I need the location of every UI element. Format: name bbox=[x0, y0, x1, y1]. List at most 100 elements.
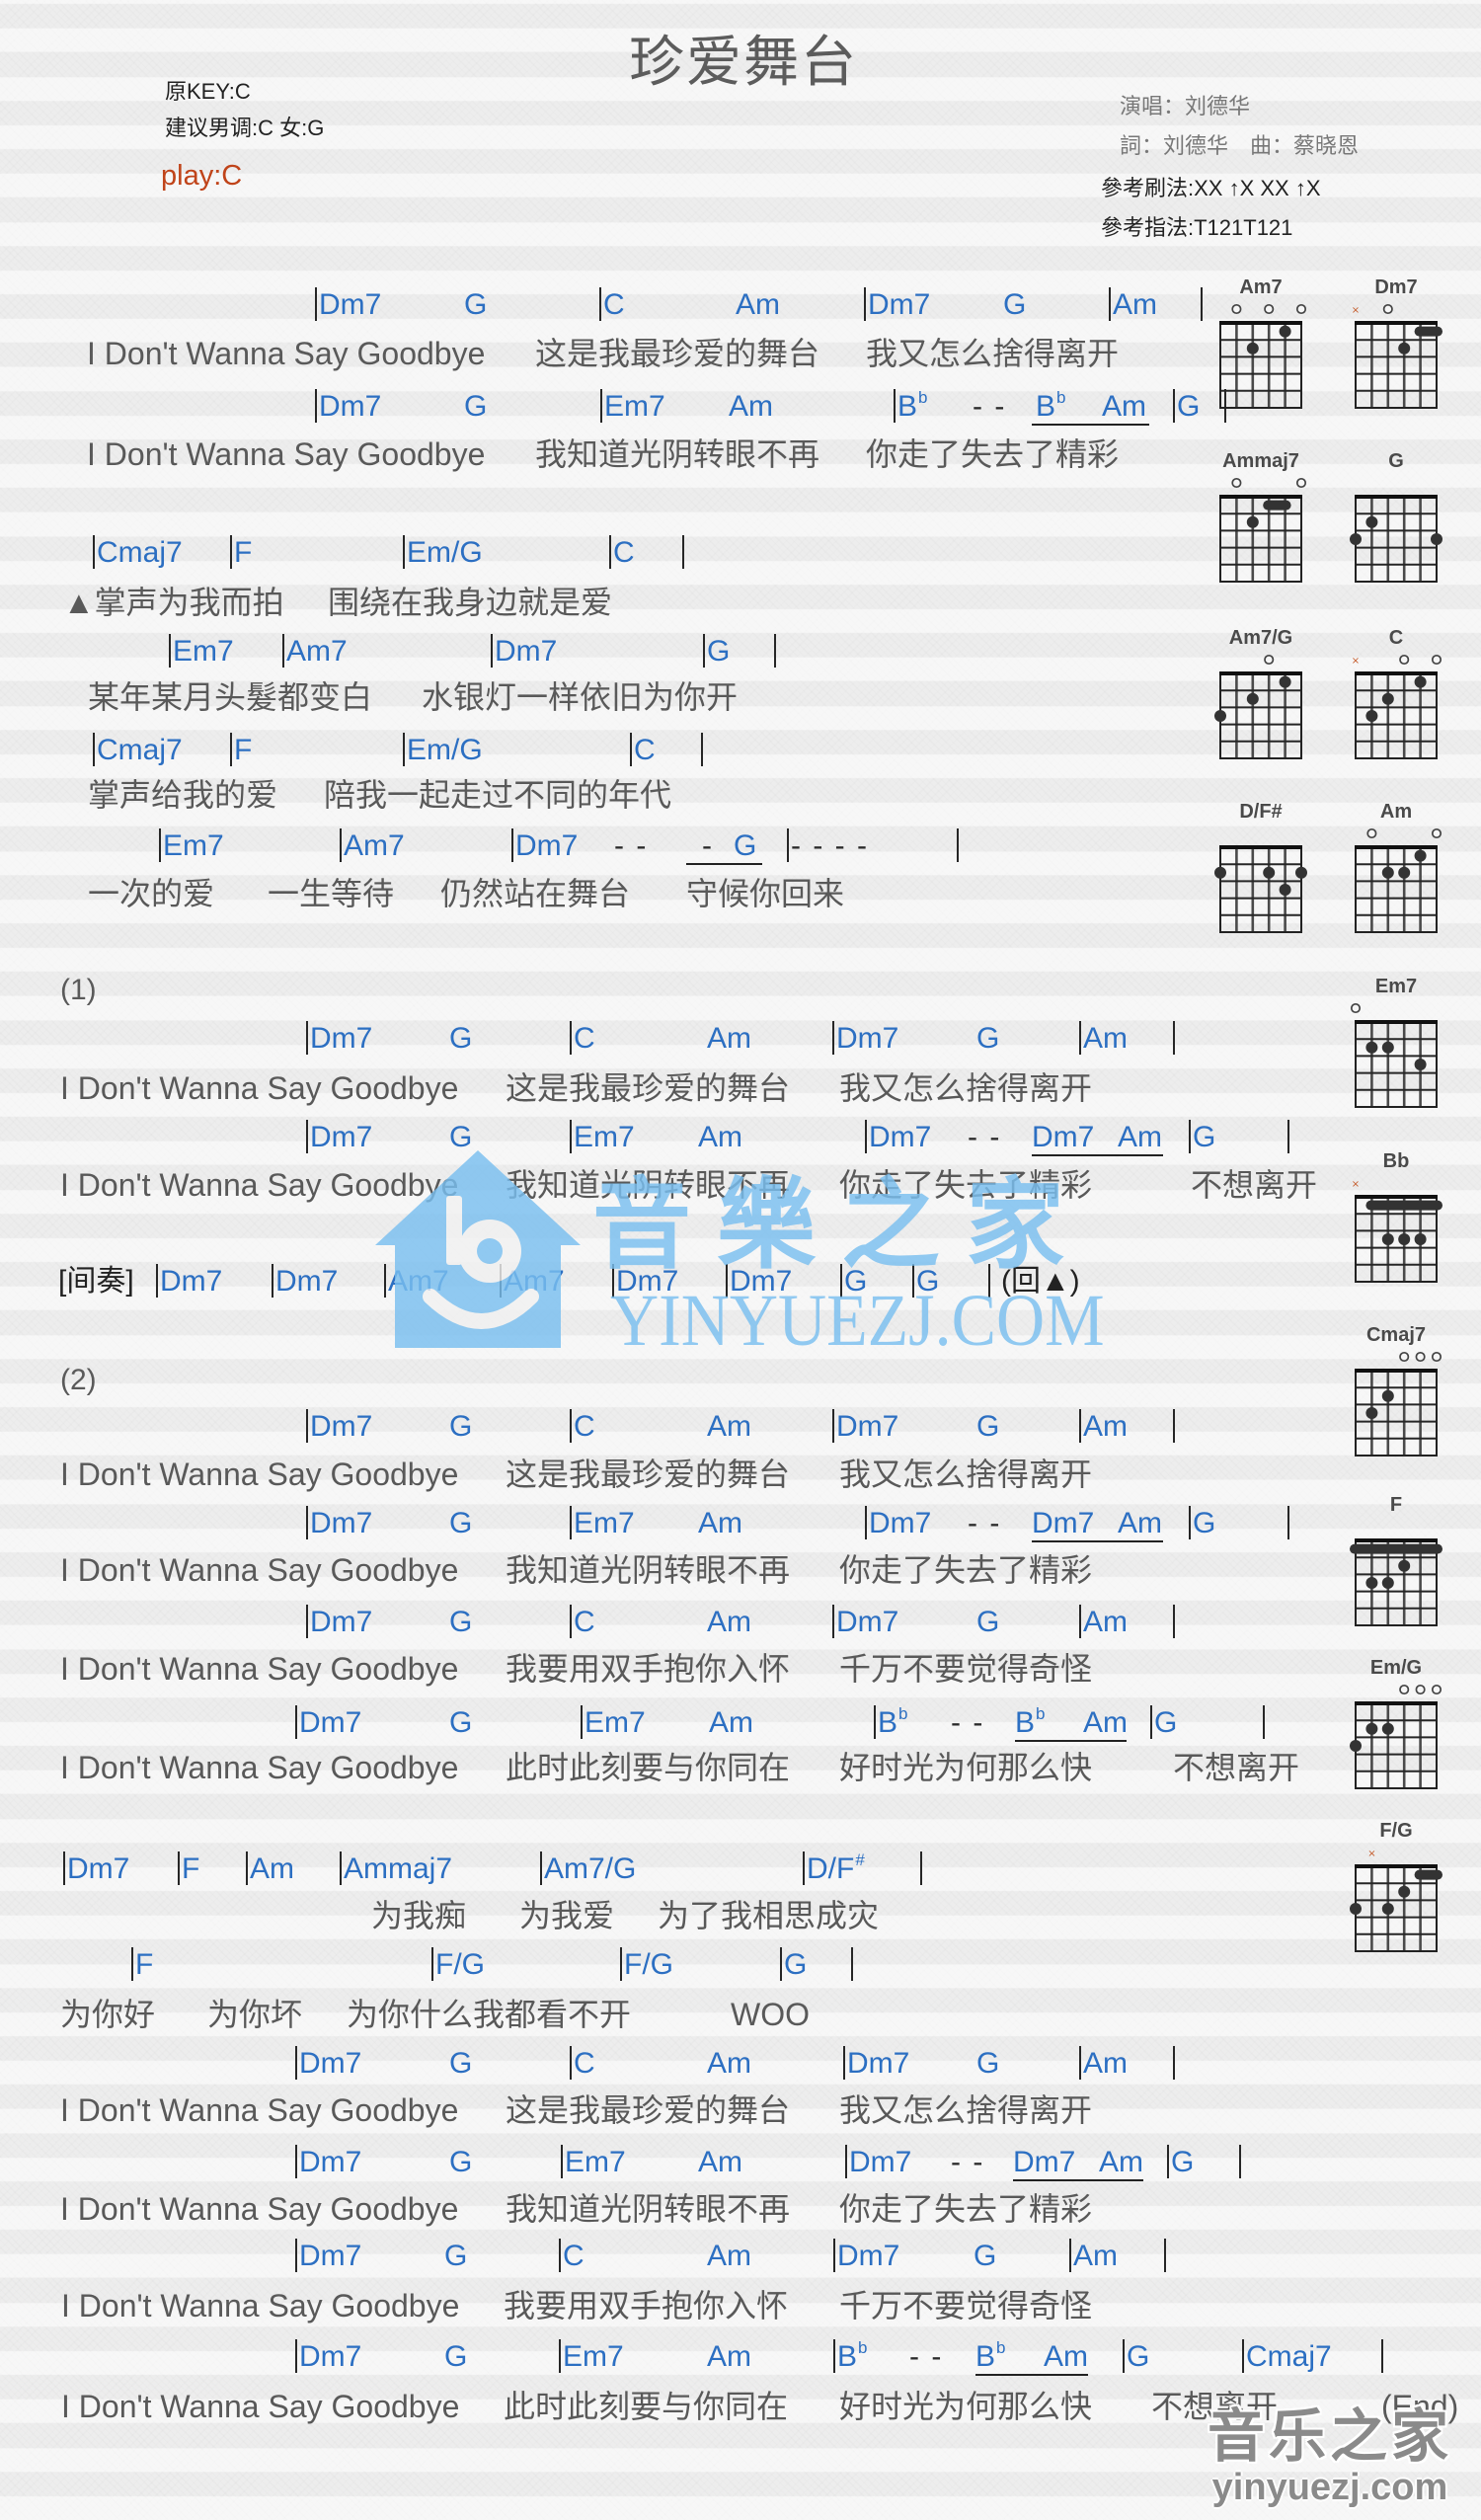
chord-name: Am7 bbox=[388, 1265, 449, 1298]
chord-name: F bbox=[234, 536, 253, 569]
chord-name: Dm7 bbox=[310, 1507, 373, 1539]
chord-token: Em/G bbox=[403, 534, 483, 572]
barline bbox=[833, 2239, 835, 2272]
chord-name: Dm7 bbox=[869, 1507, 932, 1539]
chord-diagram-name: Bb bbox=[1382, 1150, 1410, 1172]
fretboard-grid: × bbox=[1352, 1179, 1442, 1283]
open-string-marker bbox=[1366, 827, 1377, 839]
fretboard-grid bbox=[1214, 845, 1307, 933]
lyric-segment: 这是我最珍爱的舞台 bbox=[535, 336, 820, 371]
chord-token: F/G bbox=[431, 1946, 485, 1984]
finger-dot bbox=[1246, 515, 1259, 528]
finger-dot bbox=[1214, 710, 1226, 722]
chord-name: Dm7 bbox=[160, 1265, 223, 1298]
chord-diagram-name: Am7 bbox=[1239, 276, 1283, 298]
lyric-segment: I Don't Wanna Say Goodbye bbox=[60, 1750, 459, 1785]
barline bbox=[272, 1264, 273, 1298]
chord-token: G bbox=[464, 286, 487, 324]
chord-token: Dm7 bbox=[726, 1263, 792, 1300]
barline bbox=[295, 2046, 297, 2080]
chord-accidental: b bbox=[1036, 1704, 1046, 1723]
finger-dot bbox=[1263, 866, 1276, 879]
chord-token: C bbox=[570, 1604, 595, 1641]
chord-name: G bbox=[444, 2340, 468, 2373]
chord-name: Am7 bbox=[286, 635, 348, 668]
chord-token: Dm7 bbox=[315, 388, 381, 426]
barline bbox=[726, 1264, 728, 1298]
chord-name: Em7 bbox=[173, 635, 234, 668]
lyric-segment: 不想离开 bbox=[1191, 1167, 1318, 1203]
finger-dot bbox=[1414, 675, 1427, 688]
barline bbox=[840, 1264, 842, 1298]
chord-name: Em7 bbox=[604, 390, 665, 423]
barline bbox=[774, 634, 776, 668]
chord-token: C bbox=[630, 732, 656, 769]
barline bbox=[1167, 2145, 1169, 2178]
chord-token: Am bbox=[246, 1851, 294, 1888]
rest-token: - - bbox=[909, 2338, 943, 2376]
barline bbox=[1239, 2145, 1241, 2178]
barline bbox=[1123, 2339, 1125, 2373]
chord-token: G bbox=[449, 1505, 472, 1542]
chord-token: Am7 bbox=[500, 1263, 565, 1300]
rest-dashes: - - bbox=[909, 2340, 944, 2373]
rest-token: - - bbox=[951, 2144, 984, 2181]
rest-dashes: - - bbox=[968, 1121, 1002, 1153]
chord-name: Dm7 bbox=[868, 288, 931, 321]
chord-token: C bbox=[559, 2238, 585, 2275]
barline bbox=[803, 1851, 805, 1885]
open-string-marker bbox=[1431, 654, 1442, 666]
end-barline bbox=[1173, 1020, 1177, 1058]
barline bbox=[780, 1947, 782, 1981]
chord-token: Dm7 bbox=[511, 827, 578, 865]
chord-name: G bbox=[1193, 1121, 1216, 1153]
fretboard-grid bbox=[1355, 1351, 1442, 1457]
end-barline bbox=[682, 534, 686, 572]
chord-token: Dm7 bbox=[156, 1263, 222, 1300]
chord-name: Am bbox=[1083, 2047, 1128, 2080]
chord-diagram: Em/G bbox=[1336, 1656, 1456, 1804]
chord-name: G bbox=[844, 1265, 868, 1298]
finger-dot bbox=[1431, 533, 1442, 545]
chord-name: G bbox=[449, 1410, 473, 1443]
barre bbox=[1414, 326, 1442, 337]
barline bbox=[306, 1120, 308, 1153]
lyric-segment: 陪我一起走过不同的年代 bbox=[324, 777, 672, 813]
barline bbox=[295, 2145, 297, 2178]
chord-diagram-name: Am bbox=[1379, 801, 1413, 823]
chord-name: Cmaj7 bbox=[97, 734, 183, 766]
finger-dot bbox=[1279, 884, 1291, 896]
end-barline bbox=[920, 1851, 924, 1888]
barline bbox=[1189, 1506, 1191, 1539]
chord-token: Am bbox=[1109, 286, 1157, 324]
chord-token: Am bbox=[1079, 1408, 1128, 1446]
barline bbox=[864, 287, 866, 321]
rest-dashes: - - bbox=[968, 1507, 1002, 1539]
lyric-segment: I Don't Wanna Say Goodbye bbox=[61, 2389, 460, 2424]
barline bbox=[1173, 389, 1175, 423]
finger-dot bbox=[1398, 1559, 1411, 1572]
barline bbox=[609, 535, 611, 569]
barline bbox=[340, 828, 342, 862]
chord-token: F bbox=[230, 534, 252, 572]
chord-token: G bbox=[976, 1020, 999, 1058]
chord-diagram-name: C bbox=[1388, 627, 1404, 649]
chord-accidental: b bbox=[1056, 388, 1066, 407]
chord-name: C bbox=[634, 734, 656, 766]
chord-name: Am bbox=[1044, 2340, 1088, 2373]
end-barline bbox=[1287, 1505, 1291, 1542]
chord-token: Dm7 bbox=[306, 1604, 372, 1641]
chord-name: Dm7 bbox=[310, 1022, 373, 1055]
performance-note-text: [间奏] bbox=[58, 1265, 134, 1298]
rest-dashes: - bbox=[702, 829, 714, 862]
chord-token: G bbox=[974, 2238, 996, 2275]
fretboard-grid bbox=[1350, 495, 1442, 583]
chord-name: G bbox=[449, 1121, 473, 1153]
chord-name: Dm7 bbox=[849, 2146, 912, 2178]
chord-token: G bbox=[449, 1020, 472, 1058]
chord-token: Dm7 bbox=[306, 1408, 372, 1446]
chord-name: G bbox=[1003, 288, 1027, 321]
open-string-marker bbox=[1431, 1351, 1442, 1363]
grid-border bbox=[1219, 496, 1302, 583]
barline bbox=[1173, 1409, 1175, 1443]
